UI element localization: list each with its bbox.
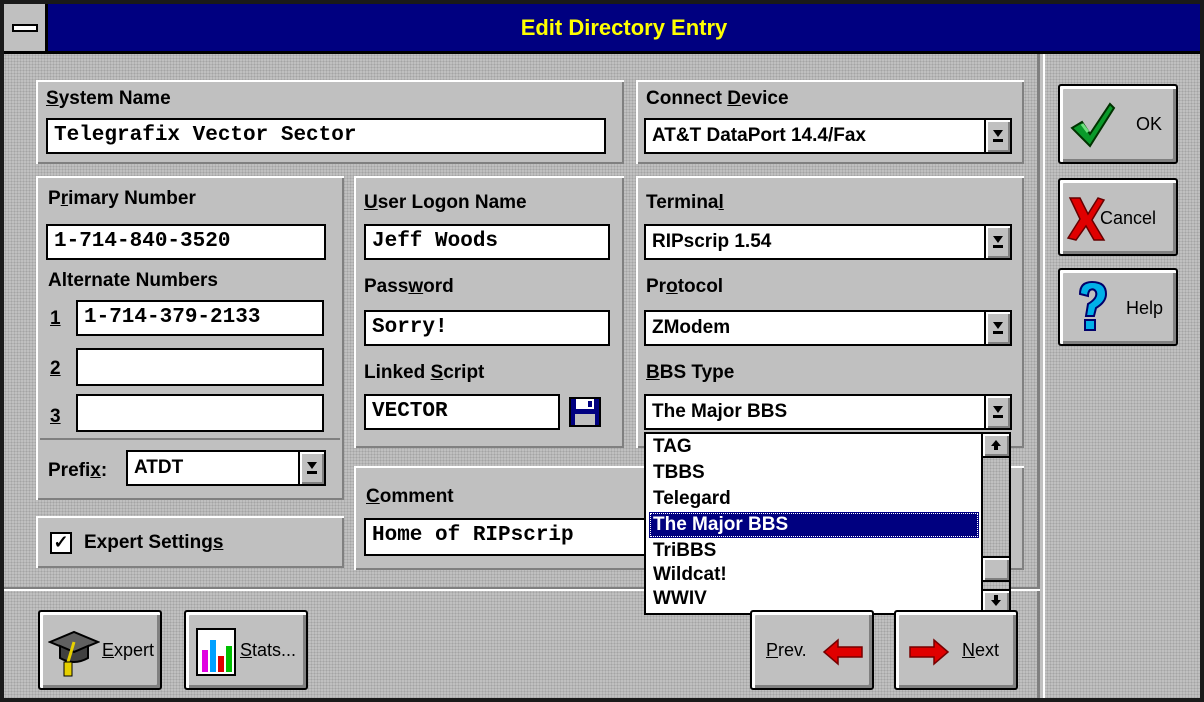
primary-number-label: Primary Number bbox=[48, 188, 196, 209]
edit-directory-entry-dialog: Edit Directory Entry System Name Telegra… bbox=[0, 0, 1204, 702]
expert-settings-label[interactable]: Expert Settings bbox=[84, 532, 223, 554]
list-item-selected[interactable]: The Major BBS bbox=[649, 512, 979, 538]
dropdown-arrow-icon[interactable] bbox=[984, 120, 1010, 152]
graduation-cap-icon bbox=[48, 630, 100, 677]
terminal-value: RIPscrip 1.54 bbox=[652, 231, 772, 252]
dropdown-arrow-icon[interactable] bbox=[298, 452, 324, 484]
protocol-label: Protocol bbox=[646, 276, 724, 297]
bbs-type-select[interactable]: The Major BBS bbox=[644, 394, 1012, 430]
connect-device-panel: Connect Device AT&T DataPort 14.4/Fax bbox=[636, 80, 1024, 164]
ok-button[interactable]: OK bbox=[1058, 84, 1178, 164]
stats-label: Stats... bbox=[240, 640, 297, 660]
prefix-label: Prefix: bbox=[48, 460, 108, 481]
bbs-type-value: The Major BBS bbox=[652, 401, 788, 422]
list-item[interactable]: TriBBS bbox=[649, 538, 979, 564]
terminal-panel: Terminal RIPscrip 1.54 Protocol ZModem B… bbox=[636, 176, 1024, 448]
connect-device-value: AT&T DataPort 14.4/Fax bbox=[652, 125, 866, 146]
connect-device-select[interactable]: AT&T DataPort 14.4/Fax bbox=[644, 118, 1012, 154]
alternate-number-3-input[interactable] bbox=[76, 394, 324, 432]
protocol-select[interactable]: ZModem bbox=[644, 310, 1012, 346]
list-scrollbar[interactable] bbox=[981, 434, 1009, 613]
alternate-number-2-input[interactable] bbox=[76, 348, 324, 386]
alternate-index-2: 2 bbox=[50, 358, 61, 379]
list-item[interactable]: Telegard bbox=[649, 486, 979, 512]
help-button[interactable]: Help bbox=[1058, 268, 1178, 346]
checkmark-icon bbox=[1070, 102, 1116, 148]
expert-settings-panel: ✓ Expert Settings bbox=[36, 516, 344, 568]
user-logon-panel: User Logon Name Jeff Woods Password Sorr… bbox=[354, 176, 624, 448]
expert-label: Expert bbox=[102, 640, 155, 660]
up-arrow-icon bbox=[991, 440, 1001, 450]
left-arrow-icon bbox=[822, 638, 863, 666]
protocol-value: ZModem bbox=[652, 317, 731, 338]
password-label: Password bbox=[364, 276, 454, 297]
dropdown-arrow-icon[interactable] bbox=[984, 312, 1010, 344]
bar-chart-icon bbox=[196, 628, 236, 676]
system-name-label: System Name bbox=[46, 88, 171, 109]
expert-button[interactable]: Expert bbox=[38, 610, 162, 690]
next-button[interactable]: Next bbox=[894, 610, 1018, 690]
user-logon-label: User Logon Name bbox=[364, 192, 527, 213]
comment-label: Comment bbox=[366, 486, 454, 507]
scroll-thumb[interactable] bbox=[983, 556, 1009, 582]
help-label: Help bbox=[1126, 298, 1164, 318]
cancel-label: Cancel bbox=[1100, 208, 1157, 228]
expert-settings-checkbox[interactable]: ✓ bbox=[50, 532, 72, 554]
linked-script-input[interactable]: VECTOR bbox=[364, 394, 560, 430]
ok-label: OK bbox=[1136, 114, 1163, 134]
prefix-select[interactable]: ATDT bbox=[126, 450, 326, 486]
window-title: Edit Directory Entry bbox=[520, 15, 728, 40]
bbs-type-label: BBS Type bbox=[646, 362, 735, 383]
list-item[interactable]: TAG bbox=[649, 434, 979, 460]
system-name-input[interactable]: Telegrafix Vector Sector bbox=[46, 118, 606, 154]
question-mark-icon bbox=[1078, 280, 1108, 331]
scroll-up-button[interactable] bbox=[983, 434, 1009, 458]
numbers-panel: Primary Number 1-714-840-3520 Alternate … bbox=[36, 176, 344, 500]
list-item[interactable]: TBBS bbox=[649, 460, 979, 486]
prefix-value: ATDT bbox=[134, 457, 184, 478]
title-bar: Edit Directory Entry bbox=[4, 4, 1200, 54]
bbs-type-dropdown-list[interactable]: TAG TBBS Telegard The Major BBS TriBBS W… bbox=[644, 432, 1011, 615]
stats-button[interactable]: Stats... bbox=[184, 610, 308, 690]
alternate-numbers-label: Alternate Numbers bbox=[48, 270, 218, 291]
alternate-number-1-input[interactable]: 1-714-379-2133 bbox=[76, 300, 324, 336]
user-logon-input[interactable]: Jeff Woods bbox=[364, 224, 610, 260]
dropdown-arrow-icon[interactable] bbox=[984, 226, 1010, 258]
terminal-select[interactable]: RIPscrip 1.54 bbox=[644, 224, 1012, 260]
system-menu-button[interactable] bbox=[4, 4, 48, 51]
system-menu-icon bbox=[12, 24, 38, 32]
system-name-panel: System Name Telegrafix Vector Sector bbox=[36, 80, 624, 164]
list-item[interactable]: Wildcat! bbox=[649, 562, 979, 588]
dropdown-arrow-icon[interactable] bbox=[984, 396, 1010, 428]
alternate-index-3: 3 bbox=[50, 406, 61, 427]
prev-label: Prev. bbox=[766, 640, 807, 660]
list-item[interactable]: WWIV bbox=[649, 586, 979, 612]
floppy-disk-icon[interactable] bbox=[568, 396, 602, 428]
primary-number-input[interactable]: 1-714-840-3520 bbox=[46, 224, 326, 260]
terminal-label: Terminal bbox=[646, 192, 724, 213]
linked-script-label: Linked Script bbox=[364, 362, 485, 383]
prev-button[interactable]: Prev. bbox=[750, 610, 874, 690]
connect-device-label: Connect Device bbox=[646, 88, 789, 109]
password-input[interactable]: Sorry! bbox=[364, 310, 610, 346]
cancel-button[interactable]: Cancel bbox=[1058, 178, 1178, 256]
alternate-index-1: 1 bbox=[50, 308, 61, 329]
right-arrow-icon bbox=[909, 638, 950, 666]
divider bbox=[40, 438, 340, 440]
next-label: Next bbox=[962, 640, 1000, 660]
